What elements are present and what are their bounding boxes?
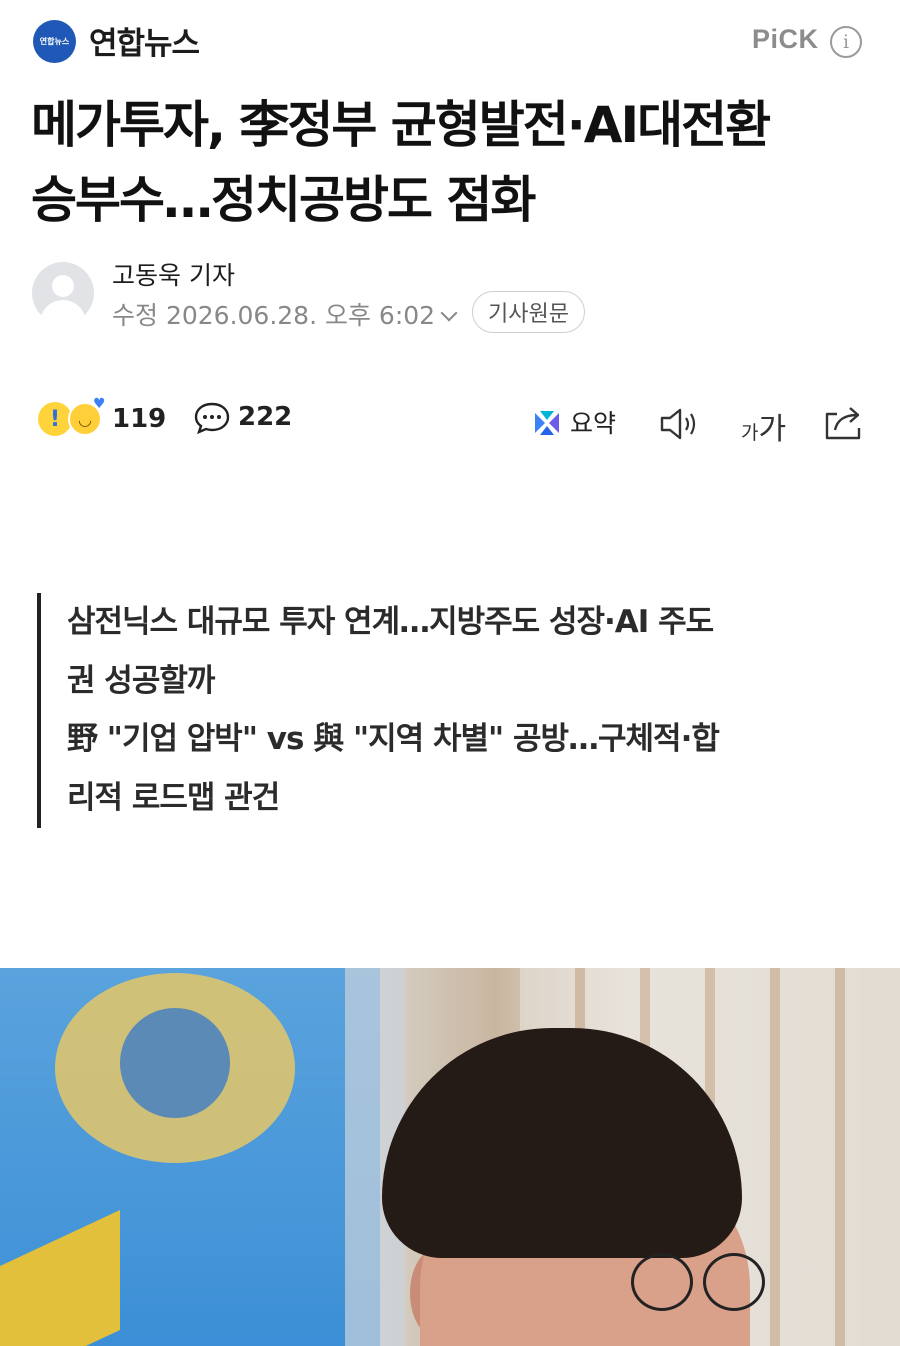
dateline-text: 수정 2026.06.28. 오후 6:02 [112, 301, 436, 330]
pick-badge: PiCK [752, 24, 819, 54]
reaction-count[interactable]: 119 [112, 404, 166, 434]
chevron-down-icon[interactable] [440, 304, 458, 322]
article-dateline[interactable]: 수정 2026.06.28. 오후 6:02 [112, 296, 458, 332]
person-glasses [625, 1253, 765, 1313]
top-bar: 연합뉴스 연합뉴스 PiCK i [0, 0, 900, 84]
action-bar: ! ◡ ♥ 119 222 요약 가가 [0, 390, 900, 450]
summary-button-label[interactable]: 요약 [570, 404, 616, 440]
info-icon[interactable]: i [830, 26, 862, 58]
article-headline: 메가투자, 李정부 균형발전·AI대전환 승부수…정치공방도 점화 [31, 88, 871, 238]
speaker-icon[interactable] [658, 406, 702, 442]
headline-line-2: 승부수…정치공방도 점화 [31, 171, 536, 229]
press-name[interactable]: 연합뉴스 [89, 18, 200, 63]
comment-bubble-icon[interactable] [194, 402, 230, 434]
headline-line-1: 메가투자, 李정부 균형발전·AI대전환 [31, 96, 771, 154]
comment-count[interactable]: 222 [238, 402, 292, 432]
font-small-glyph: 가 [741, 422, 759, 444]
heart-icon: ♥ [93, 396, 106, 412]
press-logo[interactable]: 연합뉴스 [33, 20, 76, 63]
ai-summary-icon[interactable] [532, 408, 562, 438]
subtitle-line-2: 권 성공할까 [67, 662, 215, 699]
surprise-emoji-icon: ! [38, 402, 72, 436]
font-size-icon[interactable]: 가가 [741, 404, 786, 448]
glasses-left-lens [631, 1253, 693, 1311]
original-article-button[interactable]: 기사원문 [472, 291, 585, 333]
reporter-avatar[interactable] [32, 262, 94, 324]
flag-background [0, 968, 380, 1346]
article-subtitle-box: 삼전닉스 대규모 투자 연계…지방주도 성장·AI 주도 권 성공할까 野 "기… [37, 593, 837, 828]
reaction-emoji-icons[interactable]: ! ◡ ♥ [38, 396, 108, 442]
font-big-glyph: 가 [758, 412, 787, 447]
avatar-body [40, 300, 86, 324]
glasses-right-lens [703, 1253, 765, 1311]
flag-emblem-center [120, 1008, 230, 1118]
subtitle-line-1: 삼전닉스 대규모 투자 연계…지방주도 성장·AI 주도 [67, 604, 714, 640]
share-icon[interactable] [823, 402, 865, 442]
reporter-name[interactable]: 고동욱 기자 [112, 256, 235, 292]
article-photo[interactable] [0, 968, 900, 1346]
avatar-head [52, 275, 74, 297]
subtitle-line-3: 野 "기업 압박" vs 與 "지역 차별" 공방…구체적·합 [67, 721, 720, 757]
subtitle-line-4: 리적 로드맵 관건 [67, 779, 280, 816]
flag-stripe [0, 1210, 120, 1346]
